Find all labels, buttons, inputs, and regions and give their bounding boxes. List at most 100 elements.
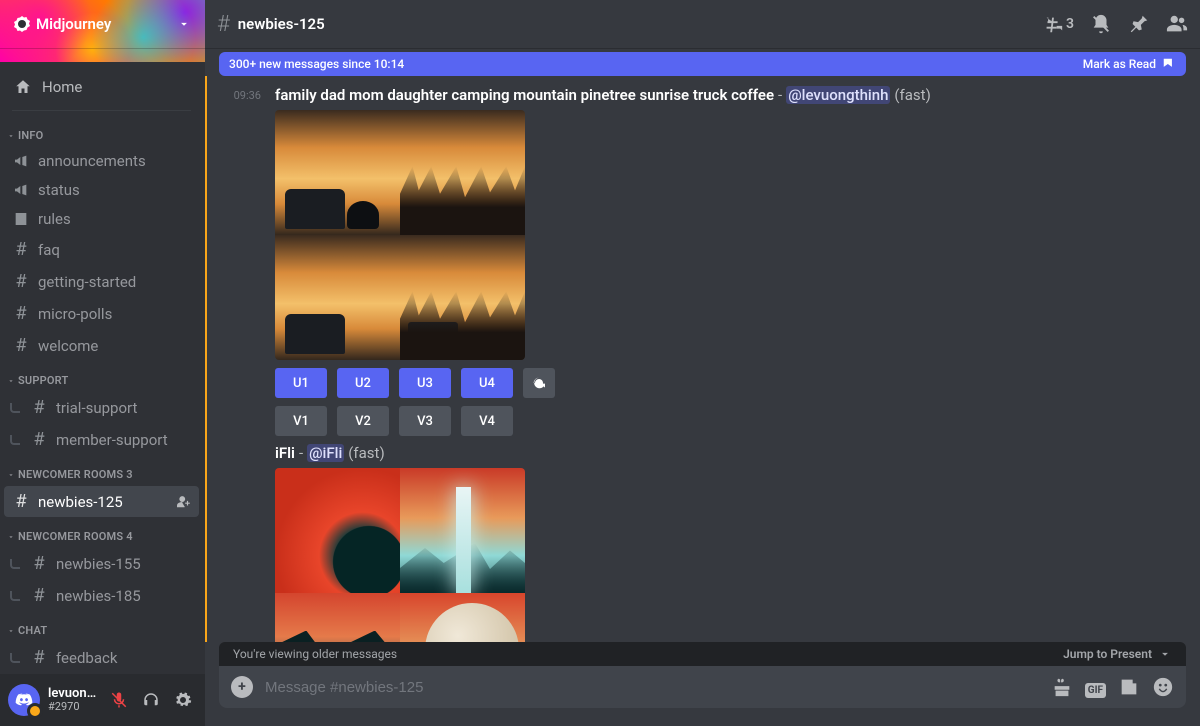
older-text: You're viewing older messages: [233, 647, 397, 661]
channel-label: faq: [38, 241, 60, 259]
mic-mute-button[interactable]: [105, 686, 133, 714]
user-mention[interactable]: @levuongthinh: [786, 86, 890, 104]
sticker-button[interactable]: [1118, 676, 1140, 698]
attach-button[interactable]: +: [231, 676, 253, 698]
home-icon: [14, 78, 32, 96]
channel-item-trial-support[interactable]: #trial-support: [4, 392, 199, 423]
category-header[interactable]: INFO: [4, 117, 199, 146]
settings-button[interactable]: [169, 686, 197, 714]
channel-label: rules: [38, 210, 71, 228]
user-info[interactable]: levuongthi... #2970: [48, 687, 97, 713]
create-invite-icon[interactable]: [177, 495, 191, 509]
rules-icon: [12, 211, 30, 227]
channel-label: newbies-125: [38, 493, 123, 511]
user-name: levuongthi...: [48, 687, 97, 701]
message-timestamp: 09:36: [221, 86, 261, 436]
main-content: # newbies-125 3 300+ new messages since …: [205, 0, 1200, 726]
category-header[interactable]: SUPPORT: [4, 362, 199, 391]
channel-item-status[interactable]: status: [4, 176, 199, 204]
message-prompt: family dad mom daughter camping mountain…: [275, 86, 774, 104]
channel-list[interactable]: Home INFO announcements status rules # faq # ge…: [0, 62, 205, 674]
message: iFli - @iFli (fast): [221, 440, 1186, 642]
upscale-button-U1[interactable]: U1: [275, 368, 327, 398]
threads-button[interactable]: 3: [1042, 13, 1074, 35]
image-grid[interactable]: [275, 468, 525, 642]
variation-button-V1[interactable]: V1: [275, 406, 327, 436]
hash-icon: #: [217, 12, 230, 37]
hash-icon: #: [30, 553, 48, 574]
variation-button-V3[interactable]: V3: [399, 406, 451, 436]
new-messages-text: 300+ new messages since 10:14: [229, 57, 404, 71]
home-item[interactable]: Home: [4, 70, 199, 104]
notifications-button[interactable]: [1090, 13, 1112, 35]
channel-label: newbies-155: [56, 555, 141, 573]
hash-icon: #: [12, 271, 30, 292]
channel-item-newbies-155[interactable]: # newbies-155: [4, 548, 199, 579]
channel-label: welcome: [38, 337, 98, 355]
channel-title: newbies-125: [238, 15, 325, 33]
server-header[interactable]: Midjourney: [0, 0, 205, 48]
channel-label: announcements: [38, 152, 146, 170]
discord-icon: [15, 693, 33, 707]
hash-icon: #: [30, 647, 48, 668]
divider: [12, 110, 191, 111]
megaphone-icon: [12, 153, 30, 169]
variation-button-V4[interactable]: V4: [461, 406, 513, 436]
message-list[interactable]: 09:36 family dad mom daughter camping mou…: [205, 76, 1200, 642]
channel-item-newbies-185[interactable]: # newbies-185: [4, 580, 199, 611]
chevron-down-icon: [177, 17, 191, 31]
pinned-button[interactable]: [1128, 13, 1150, 35]
channel-item-getting-started[interactable]: # getting-started: [4, 266, 199, 297]
deafen-button[interactable]: [137, 686, 165, 714]
message: 09:36 family dad mom daughter camping mou…: [221, 82, 1186, 440]
channel-label: feedback: [56, 649, 117, 667]
channel-item-faq[interactable]: # faq: [4, 234, 199, 265]
channel-item-member-support[interactable]: #member-support: [4, 424, 199, 455]
new-messages-bar[interactable]: 300+ new messages since 10:14 Mark as Re…: [219, 52, 1186, 76]
channel-label: getting-started: [38, 273, 136, 291]
emoji-button[interactable]: [1152, 676, 1174, 698]
upscale-button-U2[interactable]: U2: [337, 368, 389, 398]
category-header[interactable]: NEWCOMER ROOMS 3: [4, 456, 199, 485]
reroll-button[interactable]: [523, 368, 555, 398]
channel-item-welcome[interactable]: # welcome: [4, 330, 199, 361]
channel-item-rules[interactable]: rules: [4, 205, 199, 233]
channel-label: member-support: [56, 431, 168, 449]
chevron-down-icon: [1158, 647, 1172, 661]
members-button[interactable]: [1166, 13, 1188, 35]
variation-button-V2[interactable]: V2: [337, 406, 389, 436]
mark-as-read-label: Mark as Read: [1083, 57, 1156, 71]
hash-icon: #: [12, 335, 30, 356]
channel-item-newbies-125[interactable]: #newbies-125: [4, 486, 199, 517]
gift-button[interactable]: [1051, 676, 1073, 698]
channel-item-announcements[interactable]: announcements: [4, 147, 199, 175]
home-label: Home: [42, 78, 82, 96]
category-header[interactable]: NEWCOMER ROOMS 4: [4, 518, 199, 547]
message-input[interactable]: [265, 679, 1039, 696]
gif-button[interactable]: GIF: [1085, 677, 1106, 698]
hash-icon: #: [12, 303, 30, 324]
channel-item-micro-polls[interactable]: #micro-polls: [4, 298, 199, 329]
message-header: iFli - @iFli (fast): [275, 444, 1186, 462]
message-mode: (fast): [348, 444, 384, 462]
channel-item-feedback[interactable]: # feedback: [4, 642, 199, 673]
image-grid[interactable]: [275, 110, 525, 360]
verified-icon: [14, 16, 30, 32]
user-mention[interactable]: @iFli: [307, 444, 344, 462]
user-avatar[interactable]: [8, 684, 40, 716]
hash-icon: #: [12, 239, 30, 260]
channel-label: newbies-185: [56, 587, 141, 605]
channel-header: # newbies-125 3: [205, 0, 1200, 48]
server-name: Midjourney: [36, 15, 111, 33]
message-mode: (fast): [894, 86, 930, 104]
mark-as-read-button[interactable]: Mark as Read: [1083, 57, 1176, 71]
jump-label: Jump to Present: [1063, 647, 1152, 661]
upscale-button-U4[interactable]: U4: [461, 368, 513, 398]
jump-to-present-button[interactable]: Jump to Present: [1063, 647, 1172, 661]
hash-icon: #: [30, 585, 48, 606]
category-header[interactable]: CHAT: [4, 612, 199, 641]
upscale-button-U3[interactable]: U3: [399, 368, 451, 398]
channel-label: status: [38, 181, 80, 199]
mark-read-icon: [1162, 57, 1176, 71]
message-prompt: iFli: [275, 444, 295, 462]
